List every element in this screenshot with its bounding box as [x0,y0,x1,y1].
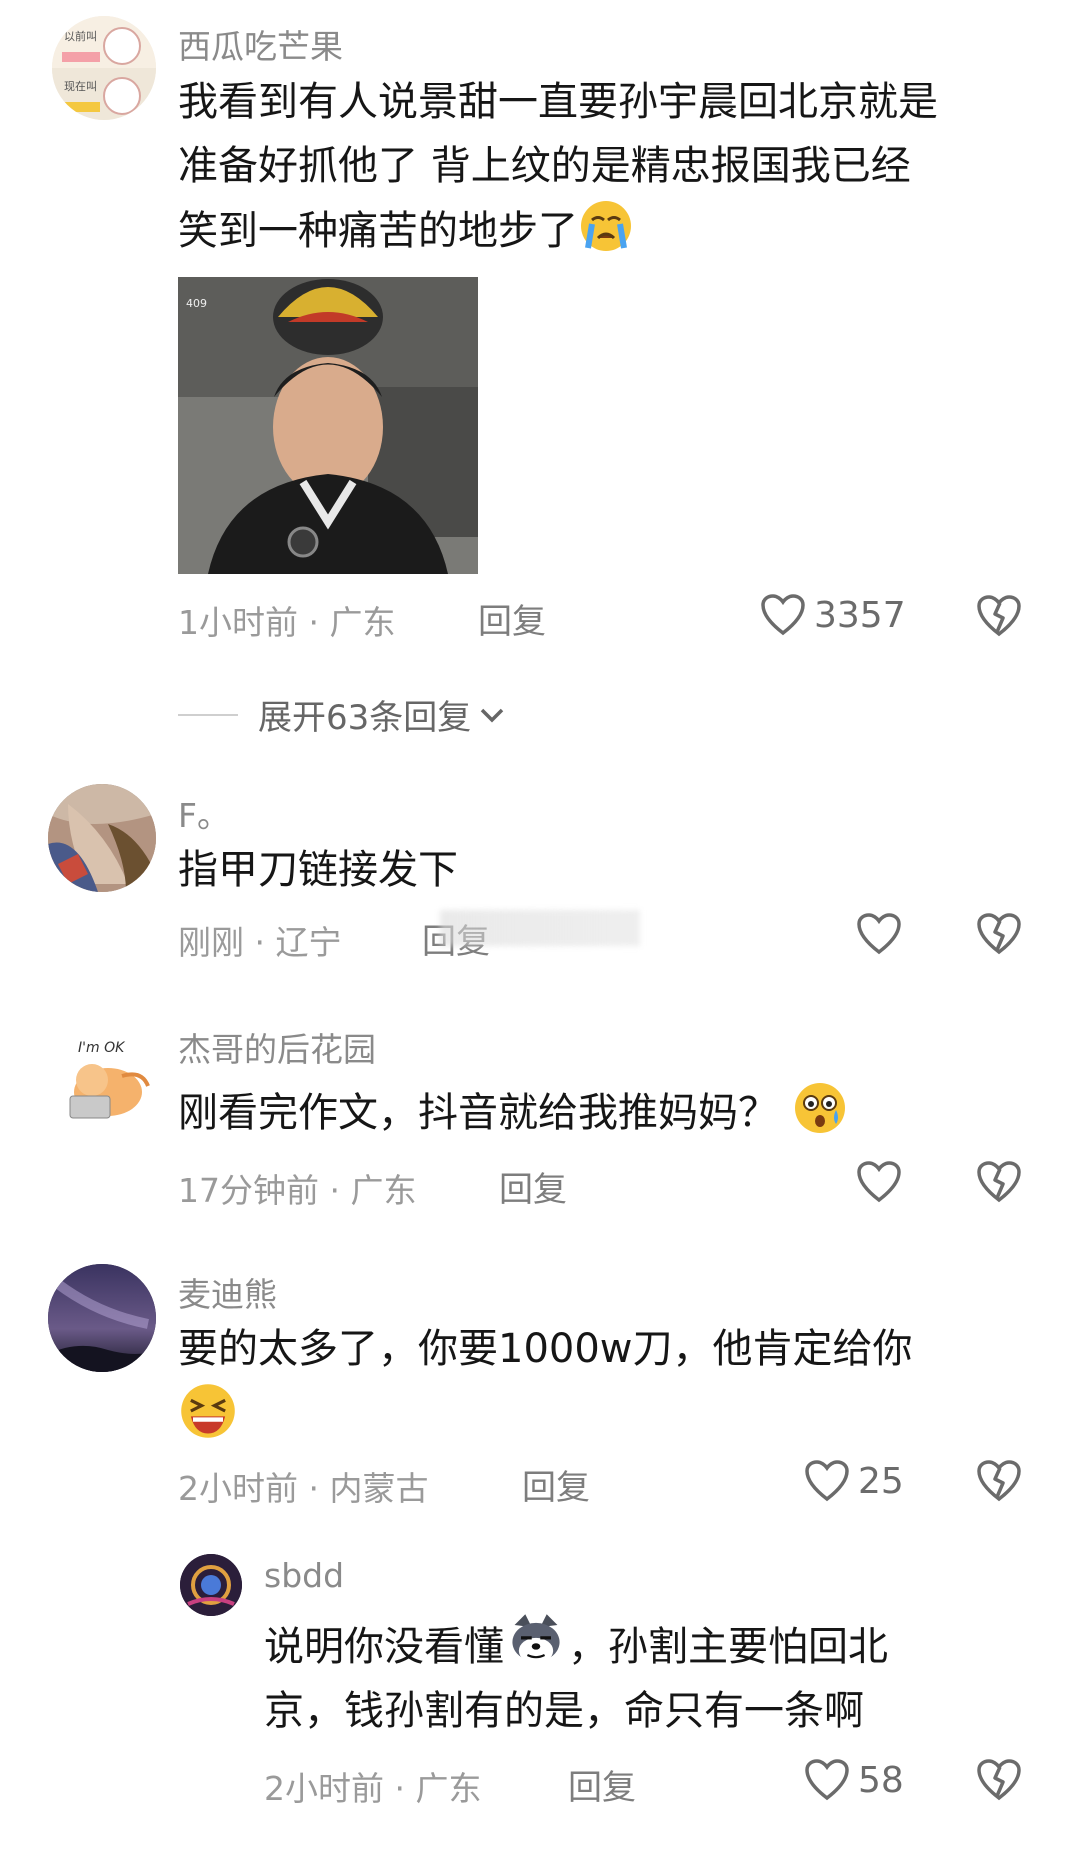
avatar[interactable] [48,1264,156,1372]
dog-emoji-icon [512,1614,560,1664]
divider [178,713,238,716]
crying-emoji-icon [581,201,631,251]
avatar[interactable] [48,784,156,892]
heart-icon [856,912,902,956]
username[interactable]: 西瓜吃芒果 [178,20,343,68]
comment-text-line: 我看到有人说景甜一直要孙宇晨回北京就是 [178,79,938,125]
laughing-emoji-icon [181,1384,235,1438]
username[interactable]: sbdd [264,1556,344,1595]
comment-time-location: 2小时前 · 内蒙古 [178,1469,429,1508]
avatar-caption-top: 以前叫 [64,30,97,43]
like-count: 25 [858,1460,904,1502]
comment-text: 说明你没看懂 ，孙割主要怕回北 京，钱孙割有的是，命只有一条啊 [264,1610,888,1743]
comment-time-location: 刚刚 · 辽宁 [178,923,342,962]
shocked-emoji-icon [795,1083,845,1133]
watermark-blur [440,910,640,946]
comment-photo[interactable]: 409 [178,277,478,574]
comment-text-line: 京，钱孙割有的是，命只有一条啊 [264,1688,864,1734]
comment-text-segment: 刚看完作文，抖音就给我推妈妈？ [178,1090,778,1136]
broken-heart-icon [976,594,1022,638]
avatar[interactable]: I'm OK [52,1028,156,1132]
comment-text-segment: 说明你没看懂 [264,1624,504,1670]
broken-heart-icon [976,1758,1022,1802]
like-button[interactable]: 3357 [760,593,906,637]
dislike-button[interactable] [976,912,1022,956]
reply-button[interactable]: 回复 [478,594,546,643]
expand-replies-label: 展开63条回复 [258,698,472,738]
dislike-button[interactable] [976,1160,1022,1204]
avatar-caption: I'm OK [78,1040,125,1056]
heart-icon [804,1758,850,1802]
username[interactable]: F。 [178,789,230,837]
dislike-button[interactable] [976,1758,1022,1802]
like-count: 3357 [814,594,906,636]
comment-text: 我看到有人说景甜一直要孙宇晨回北京就是 准备好抓他了 背上纹的是精忠报国我已经 … [178,70,938,263]
broken-heart-icon [976,1459,1022,1503]
comment-text: 指甲刀链接发下 [178,847,458,893]
heart-icon [804,1459,850,1503]
dislike-button[interactable] [976,1459,1022,1503]
avatar[interactable] [180,1554,242,1616]
comment-text-line: 准备好抓他了 背上纹的是精忠报国我已经 [178,143,911,189]
comment-text-line: 说明你没看懂 ，孙割主要怕回北 [264,1610,888,1679]
avatar-caption-bottom: 现在叫 [64,80,97,93]
comment-time-location: 17分钟前 · 广东 [178,1171,417,1210]
comment-text-segment: 笑到一种痛苦的地步了 [178,208,578,254]
comment-text: 刚看完作文，抖音就给我推妈妈？ [178,1080,848,1145]
broken-heart-icon [976,912,1022,956]
heart-icon [760,593,806,637]
comment-text-line [178,1381,913,1450]
broken-heart-icon [976,1160,1022,1204]
avatar[interactable]: 以前叫 现在叫 [52,16,156,120]
comment-text-line: 笑到一种痛苦的地步了 [178,198,938,263]
reply-button[interactable]: 回复 [499,1162,567,1211]
chevron-down-icon [479,705,505,725]
like-button[interactable]: 58 [804,1758,904,1802]
dislike-button[interactable] [976,594,1022,638]
comment-time-location: 2小时前 · 广东 [264,1769,482,1808]
reply-button[interactable]: 回复 [522,1460,590,1509]
like-button[interactable] [856,912,902,956]
username[interactable]: 杰哥的后花园 [178,1023,376,1071]
expand-replies-button[interactable]: 展开63条回复 [178,690,505,739]
photo-badge: 409 [186,297,207,310]
comment-text-segment: ，孙割主要怕回北 [568,1624,888,1670]
like-button[interactable]: 25 [804,1459,904,1503]
comment-text-line: 要的太多了，你要1000w刀，他肯定给你 [178,1326,913,1372]
comment-text: 要的太多了，你要1000w刀，他肯定给你 [178,1317,913,1450]
comment-time-location: 1小时前 · 广东 [178,603,396,642]
username[interactable]: 麦迪熊 [178,1268,277,1316]
like-button[interactable] [856,1160,902,1204]
reply-button[interactable]: 回复 [568,1760,636,1809]
like-count: 58 [858,1759,904,1801]
heart-icon [856,1160,902,1204]
